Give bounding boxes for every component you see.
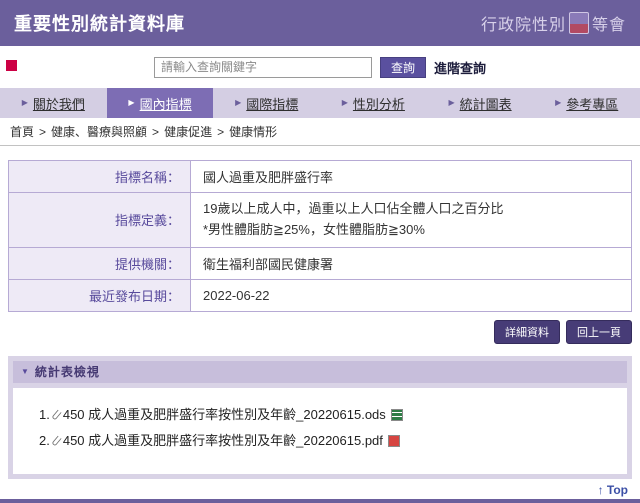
breadcrumb-separator: > — [152, 125, 159, 139]
definition-line-2: *男性體脂肪≧25%，女性體脂肪≧30% — [203, 220, 619, 241]
site-title: 重要性別統計資料庫 — [14, 10, 185, 36]
breadcrumb-separator: > — [39, 125, 46, 139]
breadcrumb: 首頁 > 健康、醫療與照顧 > 健康促進 > 健康情形 — [0, 118, 640, 146]
definition-line-1: 19歲以上成人中，過重以上人口佔全體人口之百分比 — [203, 199, 619, 220]
chevron-right-icon: ▶ — [448, 99, 454, 107]
nav-item-label: 性別分析 — [353, 94, 405, 113]
nav-item-statistical-charts[interactable]: ▶ 統計圖表 — [427, 88, 534, 118]
gender-equality-logo-icon — [569, 12, 589, 34]
row-label: 最近發布日期： — [9, 279, 191, 311]
org-brand: 行政院性別 等會 — [481, 11, 626, 35]
breadcrumb-home[interactable]: 首頁 — [10, 123, 34, 140]
search-input[interactable] — [154, 57, 372, 78]
org-name-left: 行政院性別 — [481, 11, 566, 35]
table-row: 提供機關： 衛生福利部國民健康署 — [9, 247, 632, 279]
nav-item-label: 國內指標 — [140, 94, 192, 113]
nav-item-label: 關於我們 — [33, 94, 85, 113]
search-button[interactable]: 查詢 — [380, 57, 426, 78]
file-index: 2. — [39, 428, 50, 454]
table-row: 指標名稱： 國人過重及肥胖盛行率 — [9, 161, 632, 193]
row-label: 指標定義： — [9, 193, 191, 248]
org-name-right: 等會 — [592, 11, 626, 35]
breadcrumb-separator: > — [217, 125, 224, 139]
table-row: 指標定義： 19歲以上成人中，過重以上人口佔全體人口之百分比 *男性體脂肪≧25… — [9, 193, 632, 248]
chevron-right-icon: ▶ — [342, 99, 348, 107]
search-bar: 查詢 進階查詢 — [0, 46, 640, 88]
site-footer: 政府網站資料開放宣告 ｜ 隱私權&網站安全政策 ｜ 行政院版權所有© 最佳瀏覽解… — [0, 499, 640, 503]
chevron-right-icon: ▶ — [22, 99, 28, 107]
table-row: 最近發布日期： 2022-06-22 — [9, 279, 632, 311]
back-button[interactable]: 回上一頁 — [566, 320, 632, 344]
nav-item-label: 參考專區 — [566, 94, 618, 113]
detail-data-button[interactable]: 詳細資料 — [494, 320, 560, 344]
row-value: 衛生福利部國民健康署 — [191, 247, 632, 279]
accesskey-marker-icon — [6, 60, 17, 71]
row-value: 2022-06-22 — [191, 279, 632, 311]
indicator-detail-table: 指標名稱： 國人過重及肥胖盛行率 指標定義： 19歲以上成人中，過重以上人口佔全… — [8, 160, 632, 312]
stats-accordion-header[interactable]: ▼ 統計表檢視 — [13, 361, 627, 383]
stats-table-section: ▼ 統計表檢視 1. 450 成人過重及肥胖盛行率按性別及年齡_20220615… — [8, 356, 632, 479]
file-link-pdf[interactable]: 450 成人過重及肥胖盛行率按性別及年齡_20220615.pdf — [63, 428, 383, 454]
ods-file-icon — [391, 409, 403, 421]
action-buttons: 詳細資料 回上一頁 — [8, 320, 632, 344]
chevron-right-icon: ▶ — [555, 99, 561, 107]
chevron-down-icon: ▼ — [21, 368, 29, 376]
nav-item-label: 國際指標 — [246, 94, 298, 113]
row-label: 指標名稱： — [9, 161, 191, 193]
main-nav: ▶ 關於我們 ▶ 國內指標 ▶ 國際指標 ▶ 性別分析 ▶ 統計圖表 ▶ 參考專… — [0, 88, 640, 118]
row-value: 國人過重及肥胖盛行率 — [191, 161, 632, 193]
indicator-detail-section: 指標名稱： 國人過重及肥胖盛行率 指標定義： 19歲以上成人中，過重以上人口佔全… — [0, 146, 640, 344]
breadcrumb-category[interactable]: 健康、醫療與照顧 — [51, 123, 147, 140]
breadcrumb-current: 健康情形 — [229, 123, 277, 140]
advanced-search-link[interactable]: 進階查詢 — [434, 58, 486, 77]
nav-item-gender-analysis[interactable]: ▶ 性別分析 — [320, 88, 427, 118]
nav-item-about[interactable]: ▶ 關於我們 — [0, 88, 107, 118]
attachment-icon — [51, 435, 61, 446]
nav-item-reference-area[interactable]: ▶ 參考專區 — [533, 88, 640, 118]
chevron-right-icon: ▶ — [235, 99, 241, 107]
accordion-title: 統計表檢視 — [35, 363, 100, 380]
chevron-right-icon: ▶ — [128, 99, 134, 107]
top-link-row: ↑ Top — [0, 479, 640, 499]
page: 重要性別統計資料庫 行政院性別 等會 查詢 進階查詢 ▶ 關於我們 ▶ 國內指標… — [0, 0, 640, 503]
file-link-ods[interactable]: 450 成人過重及肥胖盛行率按性別及年齡_20220615.ods — [63, 402, 386, 428]
file-index: 1. — [39, 402, 50, 428]
nav-item-international-indicators[interactable]: ▶ 國際指標 — [213, 88, 320, 118]
attachment-icon — [51, 409, 61, 420]
nav-item-domestic-indicators[interactable]: ▶ 國內指標 — [107, 88, 214, 118]
back-to-top-link[interactable]: ↑ Top — [598, 483, 628, 497]
breadcrumb-subcategory[interactable]: 健康促進 — [164, 123, 212, 140]
site-header: 重要性別統計資料庫 行政院性別 等會 — [0, 0, 640, 46]
file-list-item: 1. 450 成人過重及肥胖盛行率按性別及年齡_20220615.ods — [39, 402, 617, 428]
pdf-file-icon — [388, 435, 400, 447]
file-list-item: 2. 450 成人過重及肥胖盛行率按性別及年齡_20220615.pdf — [39, 428, 617, 454]
nav-item-label: 統計圖表 — [460, 94, 512, 113]
stats-body: 1. 450 成人過重及肥胖盛行率按性別及年齡_20220615.ods 2. … — [13, 388, 627, 474]
row-value: 19歲以上成人中，過重以上人口佔全體人口之百分比 *男性體脂肪≧25%，女性體脂… — [191, 193, 632, 248]
row-label: 提供機關： — [9, 247, 191, 279]
